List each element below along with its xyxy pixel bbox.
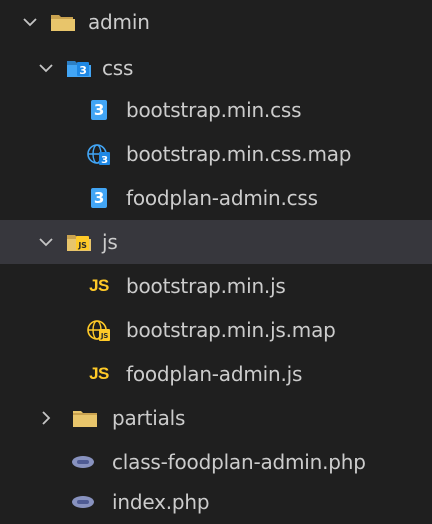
js-folder-open-icon: JS (66, 230, 92, 254)
folder-open-icon (50, 10, 76, 34)
php-file-icon (70, 490, 96, 514)
tree-item-file[interactable]: index.php (0, 480, 432, 524)
php-file-icon (70, 450, 96, 474)
tree-item-label: css (102, 56, 134, 80)
tree-item-file[interactable]: class-foodplan-admin.php (0, 440, 432, 484)
svg-text:3: 3 (79, 64, 86, 77)
tree-item-label: index.php (112, 490, 210, 514)
tree-item-label: bootstrap.min.js (126, 274, 286, 298)
tree-item-file[interactable]: 3 bootstrap.min.css (0, 88, 432, 132)
svg-text:JS: JS (100, 332, 108, 340)
tree-item-label: foodplan-admin.css (126, 186, 318, 210)
tree-item-css-folder[interactable]: 3 css (0, 46, 432, 90)
css-file-icon: 3 (86, 98, 112, 122)
tree-item-label: js (102, 230, 118, 254)
tree-item-label: bootstrap.min.js.map (126, 318, 336, 342)
svg-text:JS: JS (77, 241, 87, 250)
tree-item-file[interactable]: JS bootstrap.min.js (0, 264, 432, 308)
tree-item-label: class-foodplan-admin.php (112, 450, 366, 474)
tree-item-admin-folder[interactable]: admin (0, 0, 432, 44)
tree-item-file[interactable]: JS bootstrap.min.js.map (0, 308, 432, 352)
tree-item-file[interactable]: JS foodplan-admin.js (0, 352, 432, 396)
tree-item-label: bootstrap.min.css.map (126, 142, 352, 166)
js-file-icon: JS (89, 364, 109, 383)
tree-item-label: partials (112, 406, 186, 430)
css-map-file-icon: 3 (86, 142, 112, 166)
tree-item-label: admin (88, 10, 150, 34)
folder-closed-icon (72, 406, 98, 430)
chevron-right-icon[interactable] (36, 408, 56, 428)
svg-text:3: 3 (101, 155, 108, 166)
file-explorer-tree: admin 3 css 3 bootstrap.min.css 3 bootst… (0, 0, 432, 518)
chevron-down-icon[interactable] (20, 12, 40, 32)
tree-item-file[interactable]: 3 bootstrap.min.css.map (0, 132, 432, 176)
js-map-file-icon: JS (86, 318, 112, 342)
js-file-icon: JS (89, 276, 109, 295)
css-file-icon: 3 (86, 186, 112, 210)
tree-item-label: bootstrap.min.css (126, 98, 302, 122)
tree-item-partials-folder[interactable]: partials (0, 396, 432, 440)
tree-item-file[interactable]: 3 foodplan-admin.css (0, 176, 432, 220)
chevron-down-icon[interactable] (36, 232, 56, 252)
css-folder-open-icon: 3 (66, 56, 92, 80)
chevron-down-icon[interactable] (36, 58, 56, 78)
tree-item-js-folder[interactable]: JS js (0, 220, 432, 264)
tree-item-label: foodplan-admin.js (126, 362, 303, 386)
